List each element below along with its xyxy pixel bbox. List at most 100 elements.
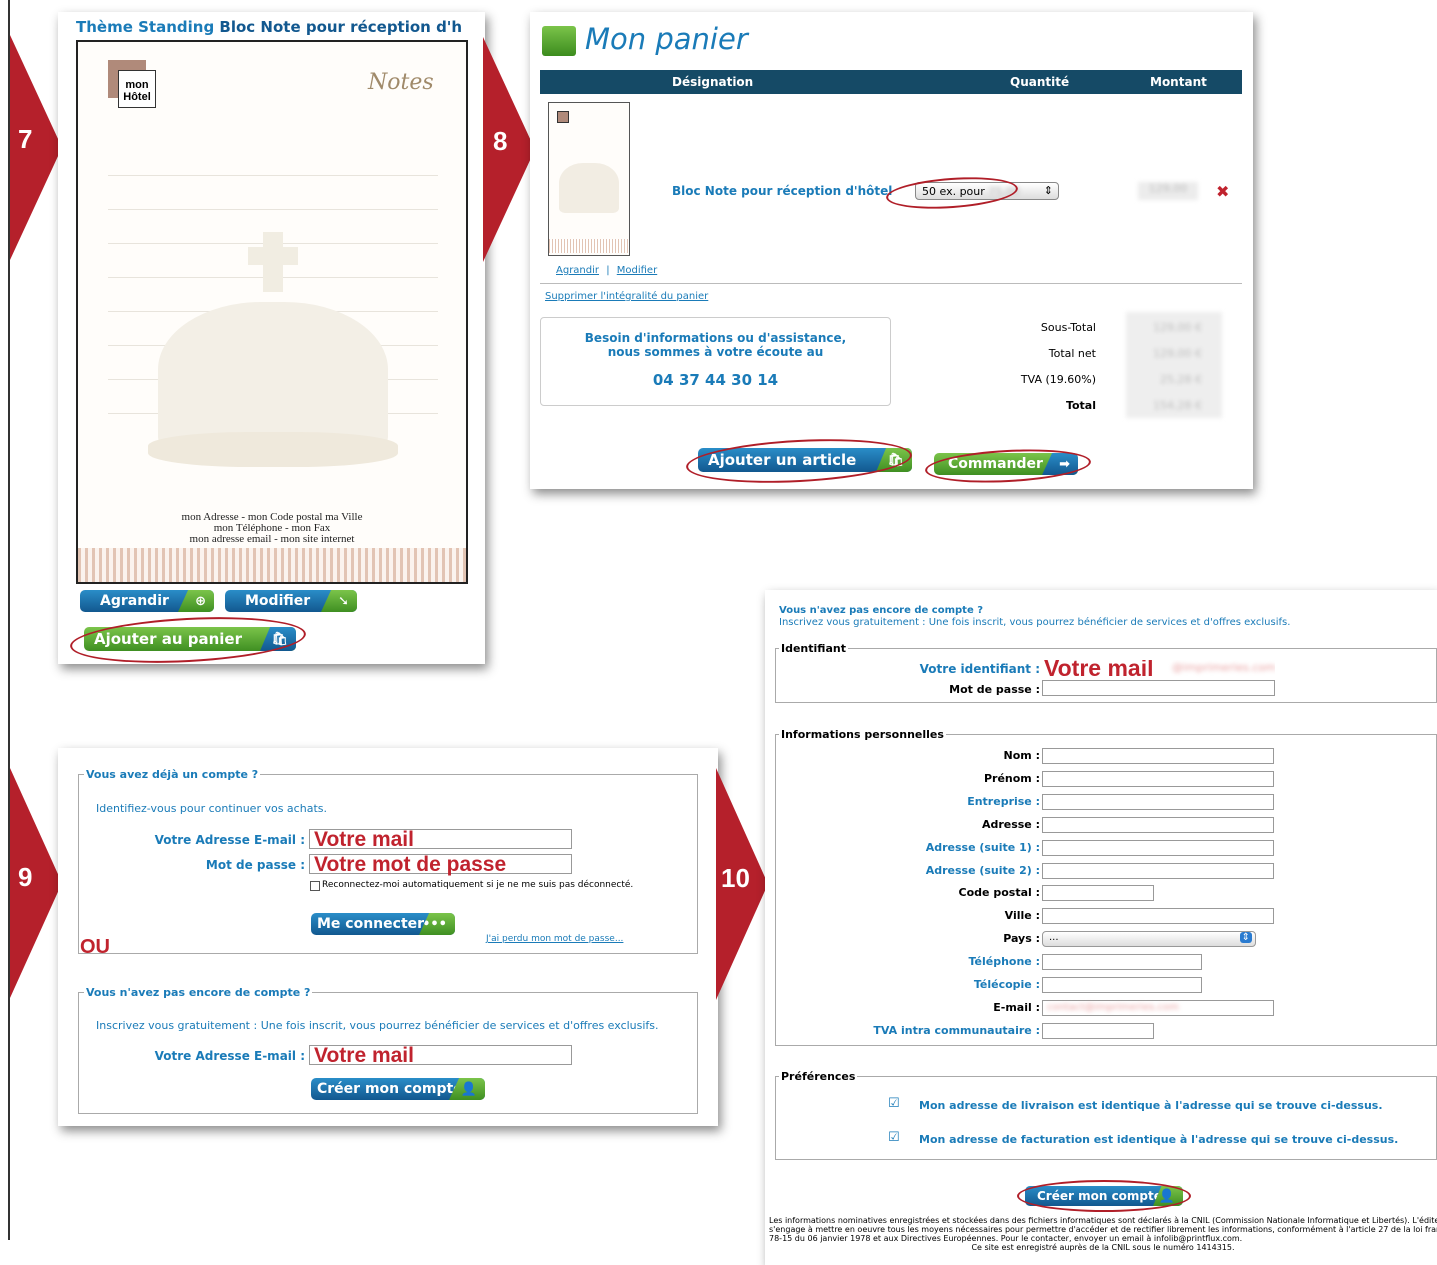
total-label: Total	[1065, 399, 1096, 412]
help-phone: 04 37 44 30 14	[652, 371, 779, 389]
col-designation: Désignation	[672, 75, 754, 89]
remember-checkbox[interactable]	[310, 881, 320, 891]
identifier-blurred: @imprimeries.com	[1172, 661, 1275, 674]
highlight-add-to-cart	[69, 611, 307, 669]
password-input[interactable]	[1042, 680, 1275, 696]
input-prenom[interactable]	[1042, 770, 1274, 787]
preferences-fieldset	[775, 1076, 1437, 1160]
new-account-legend: Vous n'avez pas encore de compte ?	[84, 986, 313, 999]
email-line: mon adresse email - mon site internet	[189, 533, 355, 545]
notes-word: Notes	[368, 70, 434, 95]
step-number-7: 7	[18, 124, 33, 154]
personal-info-legend: Informations personnelles	[779, 728, 946, 741]
input-cp[interactable]	[1042, 885, 1154, 902]
highlight-create-account	[1017, 1180, 1191, 1212]
register-heading: Vous n'avez pas encore de compte ?	[779, 605, 984, 616]
clear-cart-link[interactable]: Supprimer l'intégralité du panier	[545, 291, 708, 302]
notepad-preview[interactable]: mon Hôtel Notes mon Adresse - mon Code po…	[76, 40, 468, 584]
identifier-legend: Identifiant	[779, 642, 848, 655]
striped-footer	[78, 548, 466, 582]
modifier-button[interactable]: Modifier ➘	[225, 590, 357, 612]
tva-label: TVA (19.60%)	[1020, 373, 1096, 386]
cart-panel: Mon panier Désignation Quantité Montant …	[530, 12, 1253, 489]
signup-email-input[interactable]: Votre mail	[309, 1044, 572, 1067]
login-email-value: Votre mail	[314, 828, 414, 851]
lost-password-link[interactable]: J'ai perdu mon mot de passe...	[486, 934, 623, 944]
delivery-pref-label: Mon adresse de livraison est identique à…	[919, 1099, 1383, 1112]
input-entreprise[interactable]	[1042, 793, 1274, 810]
input-adr1[interactable]	[1042, 839, 1274, 856]
select-arrows-icon: ⇕	[1239, 932, 1252, 944]
total-value: 154,28 €	[1153, 399, 1202, 412]
dots-icon: •••	[419, 913, 455, 935]
cart-title: Mon panier	[585, 22, 748, 56]
create-account-label: Créer mon compte	[317, 1081, 463, 1097]
login-intro: Identifiez-vous pour continuer vos achat…	[96, 802, 327, 815]
label-entreprise: Entreprise :	[967, 794, 1040, 808]
agrandir-label: Agrandir	[100, 593, 169, 609]
input-email[interactable]: contact@imprimeries.com	[1042, 999, 1274, 1016]
crown-watermark	[138, 232, 408, 482]
highlight-order	[924, 445, 1092, 487]
identifier-value: Votre mail	[1044, 660, 1154, 678]
label-tel: Téléphone :	[968, 955, 1040, 969]
col-quantite: Quantité	[1010, 75, 1070, 89]
input-ville[interactable]	[1042, 908, 1274, 925]
connect-button[interactable]: Me connecter •••	[311, 913, 455, 935]
input-tva[interactable]	[1042, 1022, 1154, 1039]
modifier-label: Modifier	[245, 593, 311, 609]
cart-item-thumbnail[interactable]	[548, 102, 630, 256]
identifier-label: Votre identifiant :	[919, 662, 1040, 676]
sous-total-value: 129,00 €	[1153, 321, 1202, 334]
label-pays: Pays :	[1003, 932, 1040, 946]
step-arrow-8	[483, 37, 535, 262]
login-email-input[interactable]: Votre mail	[309, 828, 572, 851]
remove-item-icon[interactable]: ✖	[1216, 182, 1229, 201]
login-password-input[interactable]: Votre mot de passe	[309, 853, 572, 876]
sous-total-label: Sous-Total	[1040, 321, 1096, 334]
create-account-button[interactable]: Créer mon compte 👤	[311, 1078, 485, 1100]
signup-intro: Inscrivez vous gratuitement : Une fois i…	[96, 1019, 659, 1032]
legal-line-4: Ce site est enregistré auprès de la CNIL…	[971, 1243, 1235, 1252]
email-blurred: contact@imprimeries.com	[1047, 1001, 1179, 1013]
input-tel[interactable]	[1042, 954, 1202, 971]
product-title: Bloc Note pour réception d'h	[219, 18, 463, 36]
identifier-input[interactable]: Votre mail @imprimeries.com	[1042, 660, 1275, 678]
billing-checkbox-icon[interactable]: ☑	[888, 1130, 900, 1145]
or-label: OU	[80, 936, 110, 958]
cart-bag-icon	[542, 26, 576, 56]
label-email: E-mail :	[993, 1000, 1040, 1014]
input-adr2[interactable]	[1042, 862, 1274, 879]
total-net-label: Total net	[1048, 347, 1096, 360]
signup-email-value: Votre mail	[314, 1044, 414, 1067]
logo-bottom-text: Hôtel	[123, 91, 151, 103]
total-net-value: 129,00 €	[1153, 347, 1202, 360]
input-fax[interactable]	[1042, 977, 1202, 993]
connect-label: Me connecter	[317, 916, 425, 932]
agrandir-button[interactable]: Agrandir ⊕	[80, 590, 214, 612]
cart-item-name[interactable]: Bloc Note pour réception d'hôtel	[672, 184, 892, 198]
login-email-label: Votre Adresse E-mail :	[154, 833, 305, 847]
existing-account-legend: Vous avez déjà un compte ?	[84, 768, 261, 781]
product-panel: Thème Standing Bloc Note pour réception …	[58, 12, 485, 669]
input-adresse[interactable]	[1042, 816, 1274, 833]
edit-arrow-icon: ➘	[321, 590, 357, 612]
help-line-1: Besoin d'informations ou d'assistance,	[584, 331, 847, 345]
login-panel: Vous avez déjà un compte ? Identifiez-vo…	[58, 748, 718, 1126]
help-line-2: nous sommes à votre écoute au	[607, 345, 824, 359]
password-label: Mot de passe :	[949, 683, 1040, 696]
country-value: ...	[1049, 932, 1059, 944]
cart-agrandir-link[interactable]: Agrandir	[556, 265, 599, 276]
input-pays[interactable]: ... ⇕	[1042, 931, 1256, 948]
step-number-8: 8	[493, 126, 508, 156]
preferences-legend: Préférences	[779, 1070, 858, 1083]
label-adresse: Adresse :	[981, 817, 1040, 831]
label-nom: Nom :	[1003, 749, 1040, 762]
input-nom[interactable]	[1042, 748, 1274, 764]
remember-label: Reconnectez-moi automatiquement si je ne…	[322, 880, 634, 890]
cart-modifier-link[interactable]: Modifier	[617, 265, 657, 276]
tva-value: 25,28 €	[1160, 373, 1202, 386]
hotel-logo: mon Hôtel	[108, 60, 158, 110]
link-separator: |	[606, 265, 610, 276]
delivery-checkbox-icon[interactable]: ☑	[888, 1096, 900, 1111]
